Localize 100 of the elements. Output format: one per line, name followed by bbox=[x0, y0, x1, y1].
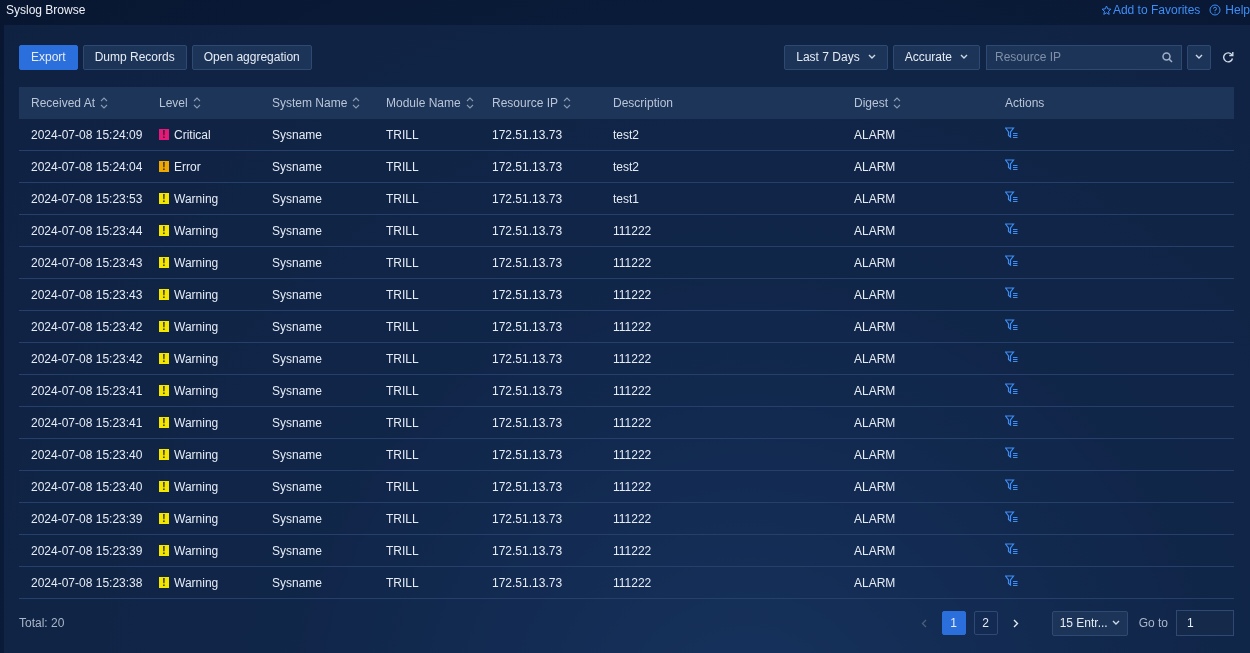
table-cell-text: TRILL bbox=[386, 223, 420, 238]
table-cell-text: 172.51.13.73 bbox=[492, 447, 564, 462]
page-size-select[interactable]: 15 Entr... bbox=[1051, 610, 1128, 636]
table-cell-text: 2024-07-08 15:23:44 bbox=[31, 223, 144, 238]
table-cell: Warning bbox=[174, 255, 219, 270]
table-cell-text: TRILL bbox=[386, 479, 420, 494]
page-button[interactable]: 1 bbox=[941, 611, 966, 635]
goto-label: Go to bbox=[1138, 616, 1168, 630]
table-cell: Warning bbox=[174, 287, 219, 302]
table-cell-text: 172.51.13.73 bbox=[492, 575, 564, 590]
help-icon bbox=[1209, 4, 1222, 16]
table-cell-text: 2024-07-08 15:23:53 bbox=[31, 191, 144, 206]
table-cell-text: 2024-07-08 15:23:41 bbox=[31, 415, 144, 430]
filter-list-icon[interactable] bbox=[1005, 575, 1018, 587]
filter-list-icon[interactable] bbox=[1005, 223, 1018, 235]
table-cell-text: 111222 bbox=[613, 447, 653, 462]
filter-list-icon[interactable] bbox=[1005, 127, 1018, 139]
table-cell-text: 172.51.13.73 bbox=[492, 159, 564, 174]
search-icon bbox=[1162, 51, 1173, 63]
table-cell-text: 2024-07-08 15:23:38 bbox=[31, 575, 144, 590]
filter-list-icon[interactable] bbox=[1005, 447, 1018, 459]
goto-page-field[interactable]: 1 bbox=[1176, 610, 1234, 636]
table-cell-text: Sysname bbox=[272, 447, 324, 462]
refresh-icon[interactable] bbox=[1222, 51, 1234, 63]
table-cell-text: 172.51.13.73 bbox=[492, 511, 564, 526]
help-link[interactable]: Help bbox=[1209, 3, 1250, 17]
table-cell-text: 2024-07-08 15:23:39 bbox=[31, 543, 144, 558]
table-cell-text: ALARM bbox=[854, 191, 897, 206]
table-cell-text: Sysname bbox=[272, 127, 324, 142]
table-cell-text: 172.51.13.73 bbox=[492, 543, 564, 558]
toolbar-button[interactable]: Dump Records bbox=[82, 44, 187, 70]
page-button[interactable]: 2 bbox=[973, 611, 998, 635]
sort-icon[interactable] bbox=[192, 97, 201, 109]
table-cell-text: Sysname bbox=[272, 543, 324, 558]
severity-badge: ! bbox=[159, 289, 169, 300]
table-cell-text: ALARM bbox=[854, 511, 897, 526]
table-cell-text: 172.51.13.73 bbox=[492, 415, 564, 430]
severity-badge: ! bbox=[159, 225, 169, 236]
table-cell: Warning bbox=[174, 351, 219, 366]
filter-list-icon[interactable] bbox=[1005, 543, 1018, 555]
table-cell-text: TRILL bbox=[386, 383, 420, 398]
table-cell-text: 2024-07-08 15:23:40 bbox=[31, 447, 144, 462]
search-field[interactable]: Resource IP bbox=[986, 44, 1182, 70]
table-cell-text: ALARM bbox=[854, 319, 897, 334]
match-mode-select[interactable]: Accurate bbox=[892, 44, 980, 70]
filter-list-icon[interactable] bbox=[1005, 159, 1018, 171]
table-cell-text: TRILL bbox=[386, 127, 420, 142]
table-cell-text: TRILL bbox=[386, 287, 420, 302]
table-cell-text: ALARM bbox=[854, 287, 897, 302]
severity-badge: ! bbox=[159, 481, 169, 492]
filter-list-icon[interactable] bbox=[1005, 191, 1018, 203]
table-cell: Warning bbox=[174, 479, 219, 494]
table-cell-text: TRILL bbox=[386, 351, 420, 366]
favorites-link[interactable]: Add to Favorites bbox=[1100, 3, 1201, 17]
severity-badge: ! bbox=[159, 321, 169, 332]
table-cell-text: 172.51.13.73 bbox=[492, 223, 564, 238]
filter-list-icon[interactable] bbox=[1005, 287, 1018, 299]
filter-list-icon[interactable] bbox=[1005, 255, 1018, 267]
table-cell-text: 111222 bbox=[613, 415, 653, 430]
table-cell-text: 172.51.13.73 bbox=[492, 479, 564, 494]
column-header: Module Name bbox=[386, 96, 461, 110]
table-cell: Error bbox=[174, 159, 201, 174]
table-cell: Warning bbox=[174, 415, 219, 430]
filter-list-icon[interactable] bbox=[1005, 479, 1018, 491]
column-header: Digest bbox=[854, 96, 888, 110]
toolbar-button[interactable]: Open aggregation bbox=[191, 44, 312, 70]
table-cell-text: TRILL bbox=[386, 511, 420, 526]
chevron-down-icon bbox=[960, 54, 968, 60]
sort-icon[interactable] bbox=[465, 97, 474, 109]
table-cell: Warning bbox=[174, 543, 219, 558]
table-cell-text: TRILL bbox=[386, 319, 420, 334]
table-cell-text: 172.51.13.73 bbox=[492, 255, 564, 270]
table-cell: Warning bbox=[174, 447, 219, 462]
expand-button[interactable] bbox=[1187, 44, 1211, 70]
sort-icon[interactable] bbox=[100, 97, 109, 109]
severity-badge: ! bbox=[159, 129, 169, 140]
filter-list-icon[interactable] bbox=[1005, 511, 1018, 523]
table-cell-text: 172.51.13.73 bbox=[492, 383, 564, 398]
table-cell-text: 111222 bbox=[613, 511, 653, 526]
table-cell-text: 111222 bbox=[613, 479, 653, 494]
filter-list-icon[interactable] bbox=[1005, 383, 1018, 395]
table-cell-text: ALARM bbox=[854, 415, 897, 430]
table-cell-text: ALARM bbox=[854, 223, 897, 238]
severity-badge: ! bbox=[159, 161, 169, 172]
table-cell-text: 2024-07-08 15:24:09 bbox=[31, 127, 144, 142]
filter-list-icon[interactable] bbox=[1005, 415, 1018, 427]
filter-list-icon[interactable] bbox=[1005, 351, 1018, 363]
sort-icon[interactable] bbox=[893, 97, 901, 109]
table-cell-text: TRILL bbox=[386, 447, 420, 462]
sort-icon[interactable] bbox=[563, 97, 572, 109]
filter-list-icon[interactable] bbox=[1005, 319, 1018, 331]
column-header: Resource IP bbox=[492, 96, 559, 110]
toolbar-button[interactable]: Export bbox=[19, 44, 78, 70]
table-cell-text: 172.51.13.73 bbox=[492, 319, 564, 334]
column-header: Level bbox=[159, 96, 188, 110]
table-cell-text: ALARM bbox=[854, 159, 897, 174]
sort-icon[interactable] bbox=[352, 97, 361, 109]
time-range-select[interactable]: Last 7 Days bbox=[784, 44, 888, 70]
table-cell-text: 111222 bbox=[613, 543, 653, 558]
chevron-left-icon bbox=[920, 618, 927, 628]
